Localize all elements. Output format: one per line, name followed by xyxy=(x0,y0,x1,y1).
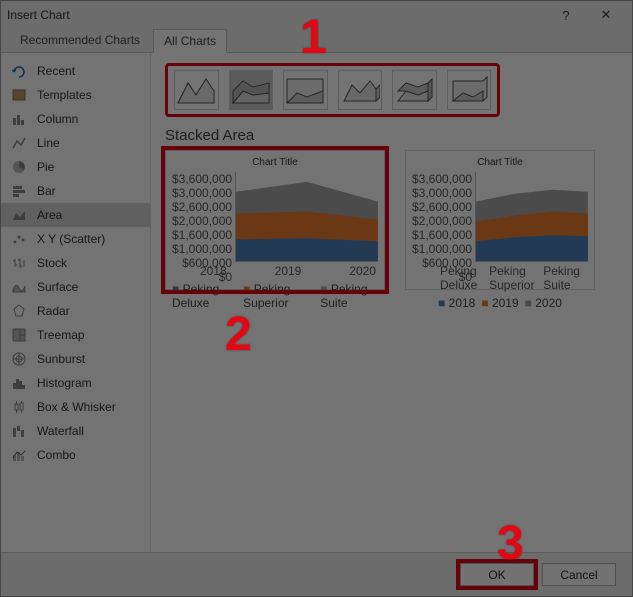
y-axis-ticks: $3,600,000$3,000,000$2,600,000$2,000,000… xyxy=(172,172,235,262)
sidebar-item-combo[interactable]: Combo xyxy=(1,443,150,467)
content-panel: Stacked Area Chart Title $3,600,000$3,00… xyxy=(151,53,632,552)
chart-title: Chart Title xyxy=(412,157,588,168)
chart-subtype-row xyxy=(165,63,500,117)
column-icon xyxy=(11,111,27,127)
sidebar-item-line[interactable]: Line xyxy=(1,131,150,155)
sidebar-item-column[interactable]: Column xyxy=(1,107,150,131)
bar-icon xyxy=(11,183,27,199)
line-icon xyxy=(11,135,27,151)
sidebar-item-label: Templates xyxy=(37,88,92,102)
sidebar-item-label: Line xyxy=(37,136,60,150)
subtype-100-stacked-area[interactable] xyxy=(283,70,328,110)
templates-icon xyxy=(11,87,27,103)
sidebar-item-label: Combo xyxy=(37,448,76,462)
sidebar-item-label: Box & Whisker xyxy=(37,400,116,414)
combo-icon xyxy=(11,447,27,463)
area-icon xyxy=(11,207,27,223)
subtype-title: Stacked Area xyxy=(165,127,618,144)
sidebar-item-label: Stock xyxy=(37,256,67,270)
chart-title: Chart Title xyxy=(172,157,378,168)
insert-chart-dialog: Insert Chart ? ✕ Recommended Charts All … xyxy=(0,0,633,597)
plot-area xyxy=(475,172,588,262)
sidebar-item-boxwhisker[interactable]: Box & Whisker xyxy=(1,395,150,419)
sidebar-item-label: Surface xyxy=(37,280,78,294)
sidebar-item-label: Area xyxy=(37,208,62,222)
sidebar-item-label: Pie xyxy=(37,160,54,174)
chart-preview-alt[interactable]: Chart Title $3,600,000$3,000,000$2,600,0… xyxy=(405,150,595,290)
sidebar-item-area[interactable]: Area xyxy=(1,203,150,227)
boxwhisker-icon xyxy=(11,399,27,415)
chart-legend: 2018 2019 2020 xyxy=(412,296,588,310)
y-axis-ticks: $3,600,000$3,000,000$2,600,000$2,000,000… xyxy=(412,172,475,262)
help-icon[interactable]: ? xyxy=(546,8,586,23)
sidebar-item-label: Column xyxy=(37,112,78,126)
sidebar-item-templates[interactable]: Templates xyxy=(1,83,150,107)
annotation-1: 1 xyxy=(300,10,327,65)
sidebar-item-label: Radar xyxy=(37,304,70,318)
sidebar-item-label: Sunburst xyxy=(37,352,85,366)
subtype-3d-stacked-area[interactable] xyxy=(392,70,437,110)
subtype-stacked-area[interactable] xyxy=(229,70,274,110)
pie-icon xyxy=(11,159,27,175)
sidebar-item-label: Recent xyxy=(37,64,75,78)
subtype-3d-100-stacked-area[interactable] xyxy=(447,70,492,110)
x-axis-ticks: 201820192020 xyxy=(172,262,378,278)
treemap-icon xyxy=(11,327,27,343)
sidebar-item-label: Bar xyxy=(37,184,56,198)
sidebar-item-bar[interactable]: Bar xyxy=(1,179,150,203)
sunburst-icon xyxy=(11,351,27,367)
sidebar-item-pie[interactable]: Pie xyxy=(1,155,150,179)
plot-area xyxy=(235,172,378,262)
chart-preview-selected[interactable]: Chart Title $3,600,000$3,000,000$2,600,0… xyxy=(165,150,385,290)
sidebar-item-label: Treemap xyxy=(37,328,85,342)
histogram-icon xyxy=(11,375,27,391)
sidebar-item-surface[interactable]: Surface xyxy=(1,275,150,299)
recent-icon xyxy=(11,63,27,79)
stock-icon xyxy=(11,255,27,271)
sidebar-item-sunburst[interactable]: Sunburst xyxy=(1,347,150,371)
annotation-2: 2 xyxy=(225,307,252,362)
surface-icon xyxy=(11,279,27,295)
cancel-button[interactable]: Cancel xyxy=(542,563,616,586)
waterfall-icon xyxy=(11,423,27,439)
annotation-3: 3 xyxy=(497,516,524,571)
close-icon[interactable]: ✕ xyxy=(586,7,626,23)
sidebar-item-treemap[interactable]: Treemap xyxy=(1,323,150,347)
sidebar-item-radar[interactable]: Radar xyxy=(1,299,150,323)
subtype-3d-area[interactable] xyxy=(338,70,383,110)
sidebar-item-label: Histogram xyxy=(37,376,92,390)
scatter-icon xyxy=(11,231,27,247)
sidebar-item-label: X Y (Scatter) xyxy=(37,232,105,246)
sidebar-item-recent[interactable]: Recent xyxy=(1,59,150,83)
sidebar-item-stock[interactable]: Stock xyxy=(1,251,150,275)
sidebar-item-histogram[interactable]: Histogram xyxy=(1,371,150,395)
preview-row: Chart Title $3,600,000$3,000,000$2,600,0… xyxy=(165,150,618,290)
sidebar-item-label: Waterfall xyxy=(37,424,84,438)
sidebar-item-waterfall[interactable]: Waterfall xyxy=(1,419,150,443)
chart-legend: Peking Deluxe Peking Superior Peking Sui… xyxy=(172,282,378,310)
subtype-area[interactable] xyxy=(174,70,219,110)
tab-all-charts[interactable]: All Charts xyxy=(153,29,227,53)
dialog-footer: OK Cancel xyxy=(1,552,632,596)
sidebar-item-scatter[interactable]: X Y (Scatter) xyxy=(1,227,150,251)
radar-icon xyxy=(11,303,27,319)
dialog-title: Insert Chart xyxy=(7,8,70,22)
tab-recommended-charts[interactable]: Recommended Charts xyxy=(9,28,151,52)
chart-type-sidebar: Recent Templates Column Line Pie Bar Are… xyxy=(1,53,151,552)
